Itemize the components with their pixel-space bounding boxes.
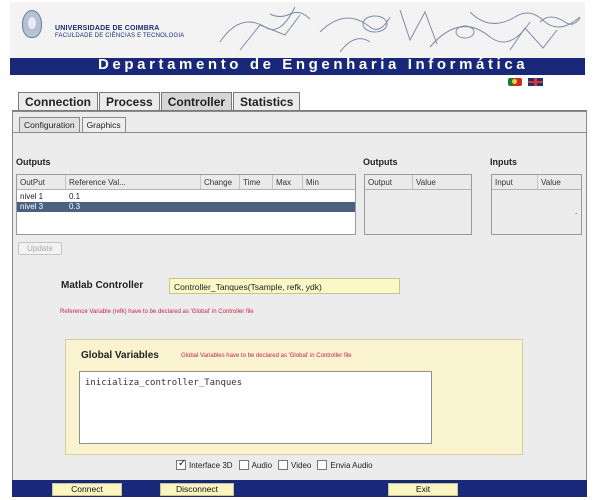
sub-tab-bar: Configuration Graphics [19,117,128,132]
outputs-value-table[interactable]: Output Value [364,174,472,235]
global-variables-textarea[interactable]: inicializa_controller_Tanques [79,371,432,444]
tab-controller[interactable]: Controller [160,92,233,111]
table-row-selected[interactable]: nivel 3 0.3 [17,202,355,212]
department-bar: Departamento de Engenharia Informática [10,56,585,75]
audio-label: Audio [251,460,273,470]
inputs-table[interactable]: Input Value . [491,174,582,235]
outputs-value-table-header: Output Value [365,175,471,190]
global-variables-panel: Global Variables Global Variables have t… [65,339,523,455]
column-header[interactable]: Time [240,175,273,189]
english-flag-icon[interactable] [528,78,543,86]
table-cell: 0.1 [69,192,81,201]
outputs-table-header: OutPut Reference Val... Change Time Max … [17,175,355,190]
university-name: UNIVERSIDADE DE COIMBRA [55,25,160,32]
table-cell: nivel 1 [20,192,44,201]
video-option[interactable]: Video [278,460,311,470]
controller-panel: Configuration Graphics Outputs Outputs I… [12,111,587,497]
table-row[interactable]: nivel 1 0.1 [17,192,355,202]
table-cell: 0.3 [69,202,81,211]
column-header[interactable]: Value [538,175,581,189]
update-button[interactable]: Update [18,242,62,255]
tab-connection[interactable]: Connection [18,92,98,111]
inputs-table-header: Input Value [492,175,581,190]
envia-audio-label: Envia Audio [330,460,373,470]
interface-3d-label: Interface 3D [189,460,233,470]
media-options: Interface 3D Audio Video Envia Audio [176,458,379,470]
outputs-label: Outputs [16,157,51,167]
tab-process[interactable]: Process [99,92,160,111]
column-header[interactable]: Input [492,175,538,189]
column-header[interactable]: Max [273,175,303,189]
column-header[interactable]: Change [201,175,240,189]
column-header[interactable]: OutPut [17,175,66,189]
table-cell: nivel 3 [20,202,44,211]
global-variables-label: Global Variables [81,350,159,361]
matlab-controller-field[interactable]: Controller_Tanques(Tsample, refk, ydk) [169,278,400,294]
inputs-label: Inputs [490,157,517,167]
main-tab-bar: Connection Process Controller Statistics [18,92,301,111]
global-variables-note: Global Variables have to be declared as … [181,353,352,359]
audio-option[interactable]: Audio [238,460,273,470]
disconnect-button[interactable]: Disconnect [160,483,234,496]
interface-3d-checkbox[interactable] [176,458,186,470]
envia-audio-option[interactable]: Envia Audio [317,460,373,470]
reference-variable-note: Reference Variable (refk) have to be dec… [60,309,254,315]
audio-checkbox[interactable] [238,460,249,470]
interface-3d-option[interactable]: Interface 3D [176,458,233,470]
header-banner: UNIVERSIDADE DE COIMBRA FACULDADE DE CIÊ… [10,2,585,75]
department-title: Departamento de Engenharia Informática [98,56,529,73]
portuguese-flag-icon[interactable] [508,78,522,86]
outputs-table[interactable]: OutPut Reference Val... Change Time Max … [16,174,356,235]
exit-button[interactable]: Exit [388,483,458,496]
tab-configuration[interactable]: Configuration [19,117,80,132]
column-header[interactable]: Output [365,175,413,189]
sub-tab-divider [13,132,586,133]
column-header[interactable]: Min [303,175,355,189]
video-label: Video [291,460,312,470]
inputs-table-dot: . [575,207,578,216]
outputs-right-label: Outputs [363,157,398,167]
video-checkbox[interactable] [278,460,289,470]
column-header[interactable]: Reference Val... [66,175,201,189]
connect-button[interactable]: Connect [52,483,122,496]
bottom-action-bar: Connect Disconnect Exit [12,480,587,497]
tab-graphics[interactable]: Graphics [81,117,126,132]
column-header[interactable]: Value [413,175,471,189]
faculty-name: FACULDADE DE CIÊNCIAS E TECNOLOGIA [55,33,185,39]
tab-statistics[interactable]: Statistics [233,92,301,111]
university-logo [22,10,42,38]
envia-audio-checkbox[interactable] [317,460,328,470]
matlab-controller-label: Matlab Controller [61,280,144,291]
